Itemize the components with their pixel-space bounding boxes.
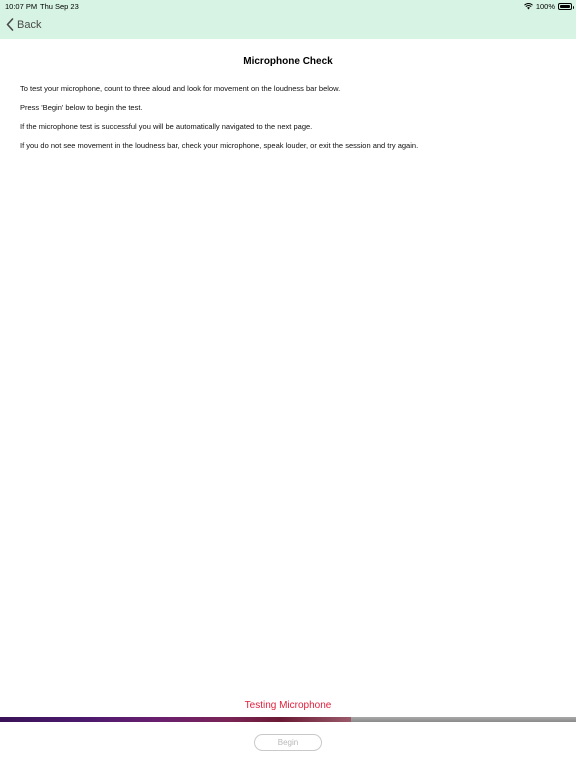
status-bar: 10:07 PM Thu Sep 23 100% xyxy=(0,2,576,12)
status-date: Thu Sep 23 xyxy=(40,2,79,11)
battery-percent: 100% xyxy=(535,2,555,11)
back-button[interactable]: Back xyxy=(6,18,41,31)
status-time: 10:07 PM xyxy=(5,2,38,11)
battery-icon xyxy=(558,3,574,10)
instruction-paragraph: To test your microphone, count to three … xyxy=(20,84,341,93)
instruction-paragraph: Press 'Begin' below to begin the test. xyxy=(20,103,143,112)
navigation-header: 10:07 PM Thu Sep 23 100% Back xyxy=(0,0,576,39)
loudness-bar xyxy=(0,717,576,722)
status-right: 100% xyxy=(523,2,574,11)
chevron-left-icon xyxy=(6,18,14,31)
instruction-paragraph: If you do not see movement in the loudne… xyxy=(20,141,419,150)
back-label: Back xyxy=(17,18,42,31)
begin-button[interactable]: Begin xyxy=(254,734,322,751)
page-title: Microphone Check xyxy=(243,56,333,67)
wifi-icon xyxy=(523,3,533,10)
loudness-bar-fill xyxy=(0,717,352,722)
testing-status-label: Testing Microphone xyxy=(244,700,332,711)
instruction-paragraph: If the microphone test is successful you… xyxy=(20,122,313,131)
